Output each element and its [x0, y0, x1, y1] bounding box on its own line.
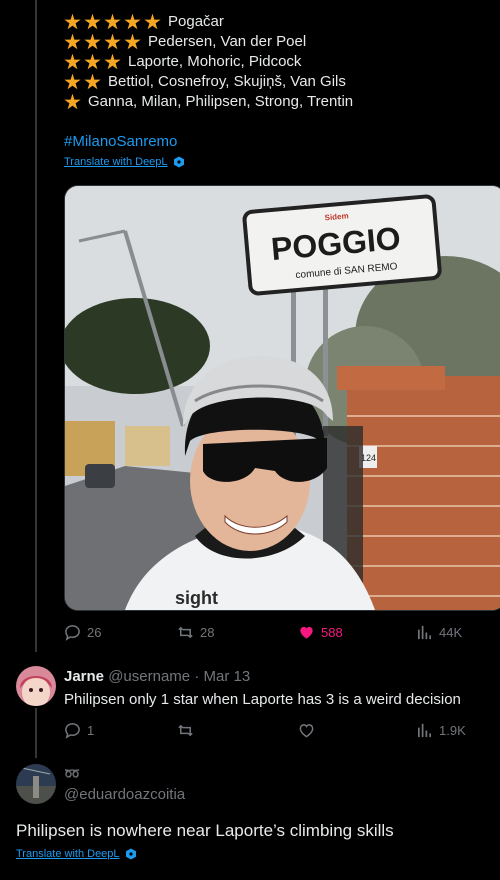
separator-dot: · — [194, 668, 200, 685]
translate-link[interactable]: Translate with DeepL — [16, 848, 137, 860]
retweet-count: 28 — [200, 625, 215, 640]
retweet-icon — [178, 626, 193, 639]
comment-icon — [65, 625, 80, 641]
tweet-actions: 26 28 588 44K — [64, 624, 464, 644]
one-star-icon — [64, 93, 84, 111]
like-button[interactable]: 588 — [298, 624, 343, 641]
retweet-button[interactable]: 28 — [177, 624, 214, 641]
rating-names: Pogačar — [168, 13, 224, 30]
views-bar-icon — [417, 723, 432, 738]
reply-author-name[interactable]: Jarne — [64, 668, 104, 685]
heart-outline-icon — [299, 724, 314, 738]
reply-text: Philipsen only 1 star when Laporte has 3… — [64, 691, 461, 708]
two-star-icons — [64, 73, 104, 91]
anime-avatar-image — [16, 666, 56, 706]
selfie-image: Sidem POGGIO comune di SAN REMO 124 sigh… — [65, 186, 500, 610]
reply-button[interactable]: 26 — [64, 624, 101, 641]
rating-names: Ganna, Milan, Philipsen, Strong, Trentin — [88, 93, 354, 110]
rating-names: Bettiol, Cosnefroy, Skujiņš, Van Gils — [108, 73, 346, 90]
heart-filled-icon — [300, 626, 313, 639]
landscape-avatar-image — [16, 764, 56, 804]
views-button[interactable]: 44K — [416, 624, 462, 641]
hashtag-link[interactable]: #MilanoSanremo — [64, 133, 177, 150]
reply-header: Jarne @username · Mar 13 — [64, 668, 250, 685]
rating-row-4: Pedersen, Van der Poel — [64, 32, 353, 52]
rating-row-3: Laporte, Mohoric, Pidcock — [64, 52, 353, 72]
translate-link[interactable]: Translate with DeepL — [64, 156, 185, 168]
reply-date[interactable]: Mar 13 — [203, 668, 250, 685]
views-button[interactable]: 1.9K — [416, 722, 466, 739]
like-count: 588 — [321, 625, 343, 640]
reply-author-handle[interactable]: @username — [108, 668, 190, 685]
comment-icon — [65, 723, 80, 739]
view-count: 1.9K — [439, 723, 466, 738]
jersey-text: sight — [175, 588, 218, 608]
reply-author-handle[interactable]: @eduardoazcoitia — [64, 786, 185, 803]
rating-row-5: Pogačar — [64, 12, 353, 32]
thread-line — [35, 0, 37, 652]
retweet-button[interactable] — [177, 722, 194, 739]
deepl-icon — [173, 156, 184, 168]
reply-text: Philipsen is nowhere near Laporte’s clim… — [16, 821, 394, 840]
deepl-icon — [125, 848, 136, 860]
infinity-badge-icon: ➿ — [64, 766, 81, 781]
rating-row-2: Bettiol, Cosnefroy, Skujiņš, Van Gils — [64, 72, 353, 92]
rating-names: Pedersen, Van der Poel — [148, 33, 307, 50]
translate-label: Translate with DeepL — [64, 156, 168, 168]
translate-label: Translate with DeepL — [16, 848, 120, 860]
rating-row-1: Ganna, Milan, Philipsen, Strong, Trentin — [64, 92, 353, 112]
rating-names: Laporte, Mohoric, Pidcock — [128, 53, 302, 70]
four-star-icons — [64, 33, 144, 51]
rating-list: Pogačar Pedersen, Van der Poel Laporte, … — [64, 12, 353, 112]
reply-actions: 1 1.9K — [64, 722, 466, 742]
five-star-icons — [64, 13, 164, 31]
view-count: 44K — [439, 625, 463, 640]
tweet-photo[interactable]: Sidem POGGIO comune di SAN REMO 124 sigh… — [64, 185, 500, 611]
views-bar-icon — [417, 625, 432, 640]
avatar[interactable] — [16, 764, 56, 804]
three-star-icons — [64, 53, 124, 71]
like-button[interactable] — [298, 722, 315, 739]
house-number: 124 — [361, 453, 376, 463]
thread-line — [35, 708, 37, 758]
reply-button[interactable]: 1 — [64, 722, 94, 739]
avatar[interactable] — [16, 666, 56, 706]
reply-count: 26 — [87, 625, 102, 640]
reply-count: 1 — [87, 723, 95, 738]
retweet-icon — [178, 724, 193, 737]
